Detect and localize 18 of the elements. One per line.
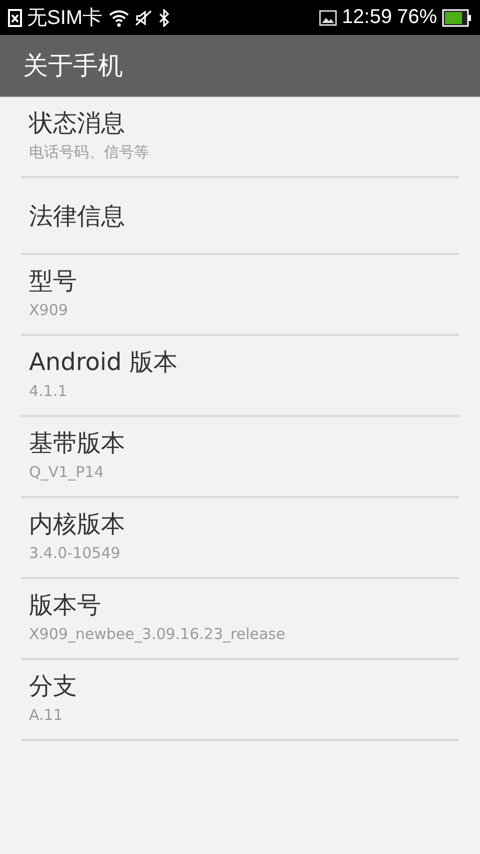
settings-item[interactable]: 法律信息 xyxy=(21,178,459,255)
sim-card-icon xyxy=(8,8,22,26)
settings-item[interactable]: 型号 X909 xyxy=(21,255,459,336)
settings-item[interactable]: 分支 A.11 xyxy=(21,660,459,741)
settings-item[interactable]: Android 版本 4.1.1 xyxy=(21,336,459,417)
settings-item[interactable]: 状态消息 电话号码、信号等 xyxy=(21,97,459,178)
clock-text: 12:59 xyxy=(342,6,392,29)
bluetooth-icon xyxy=(158,8,170,26)
settings-item[interactable]: 基带版本 Q_V1_P14 xyxy=(21,417,459,498)
battery-percent: 76% xyxy=(396,6,437,29)
carrier-text: 无SIM卡 xyxy=(27,6,103,31)
battery-icon xyxy=(442,8,472,26)
image-icon xyxy=(318,10,337,26)
wifi-icon xyxy=(108,8,130,26)
mute-icon xyxy=(134,8,153,26)
screen-title: 关于手机 xyxy=(23,50,123,82)
settings-item[interactable]: 内核版本 3.4.0-10549 xyxy=(21,498,459,579)
settings-item[interactable]: 版本号 X909_newbee_3.09.16.23_release xyxy=(21,579,459,660)
